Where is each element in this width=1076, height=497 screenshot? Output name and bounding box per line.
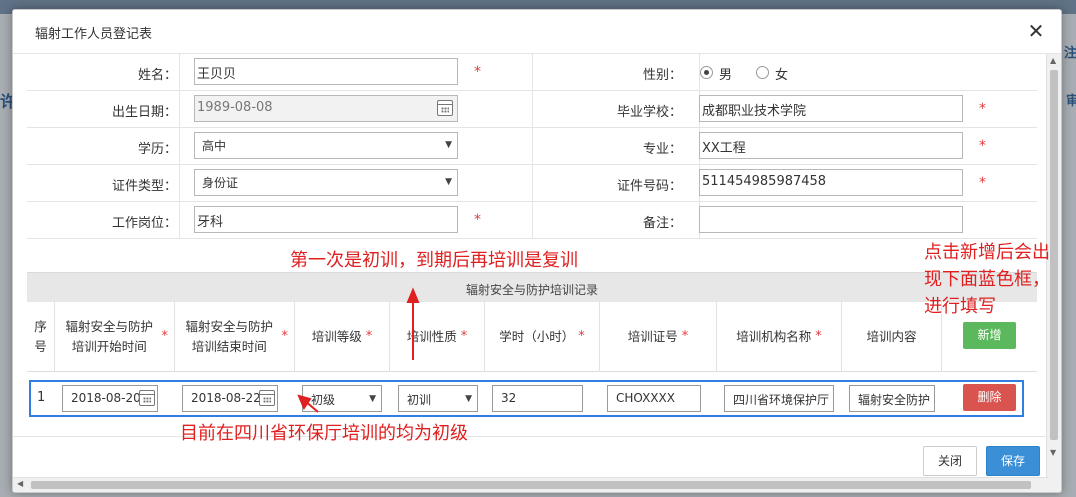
major-field[interactable]: XX工程 [699, 132, 963, 159]
cert-no-field[interactable]: CHOXXXX [607, 385, 701, 412]
background-text-right: 注 [1064, 46, 1076, 61]
required-mark: * [979, 175, 986, 191]
school-field[interactable]: 成都职业技术学院 [699, 95, 963, 122]
row-seq: 1 [37, 390, 46, 405]
required-mark: * [979, 101, 986, 117]
form-row-id: 证件类型： 身份证 ▼ 证件号码： 511454985987458 * [27, 165, 1037, 202]
id-number-field[interactable]: 511454985987458 [699, 169, 963, 196]
calendar-icon[interactable] [259, 390, 275, 406]
annotation-right-note-1: 点击新增后会出 [924, 242, 1050, 263]
training-table-row: 1 2018-08-20 2018-08-22 初级 ▼ 初训 ▼ 32 CHO… [27, 372, 1037, 422]
delete-training-button[interactable]: 删除 [963, 384, 1016, 411]
training-section-title: 辐射安全与防护培训记录 [465, 283, 598, 297]
org-name-field[interactable]: 四川省环境保护厅 [724, 385, 834, 412]
gender-female-label: 女 [775, 68, 789, 83]
required-mark: * [979, 138, 986, 154]
chevron-down-icon: ▼ [445, 177, 452, 187]
dialog-header: 辐射工作人员登记表 ✕ [13, 10, 1061, 54]
position-field[interactable]: 牙科 [194, 206, 458, 233]
annotation-right-note-2: 现下面蓝色框， [924, 269, 1050, 290]
education-label: 学历： [137, 142, 177, 157]
id-type-select[interactable]: 身份证 ▼ [194, 169, 458, 196]
nature-select[interactable]: 初训 ▼ [398, 385, 478, 412]
th-cert-no: 培训证号 * [600, 302, 717, 372]
end-date-value: 2018-08-22 [191, 391, 261, 405]
training-section-header: 辐射安全与防护培训记录 [27, 272, 1037, 302]
th-level: 培训等级 * [295, 302, 390, 372]
form-row-name: 姓名： 王贝贝 * 性别： 男 女 [27, 54, 1037, 91]
education-select[interactable]: 高中 ▼ [194, 132, 458, 159]
horizontal-scrollbar[interactable]: ◀ [13, 477, 1048, 492]
nature-value: 初训 [407, 393, 432, 407]
chevron-down-icon: ▼ [445, 140, 452, 150]
dialog-title: 辐射工作人员登记表 [35, 27, 153, 42]
annotation-top-note: 第一次是初训，到期后再培训是复训 [290, 250, 578, 271]
th-seq: 序号 [27, 302, 55, 372]
hours-field[interactable]: 32 [492, 385, 583, 412]
dialog-footer: 关闭 保存 [13, 436, 1048, 480]
th-nature: 培训性质 * [390, 302, 485, 372]
education-value: 高中 [202, 139, 227, 153]
background-text-right-2: 审 [1066, 94, 1076, 109]
major-label: 专业： [642, 142, 682, 157]
name-label: 姓名： [137, 68, 177, 83]
birth-date-value: 1989-08-08 [197, 100, 273, 115]
th-hours: 学时（小时） * [485, 302, 600, 372]
th-start-time: 辐射安全与防护培训开始时间 * [55, 302, 175, 372]
close-button[interactable]: 关闭 [923, 446, 977, 476]
birth-date-field[interactable]: 1989-08-08 [194, 95, 458, 122]
required-mark: * [474, 212, 481, 228]
th-org-name: 培训机构名称 * [717, 302, 842, 372]
gender-label: 性别： [642, 68, 682, 83]
start-date-value: 2018-08-20 [71, 391, 141, 405]
end-date-field[interactable]: 2018-08-22 [182, 385, 278, 412]
horizontal-scroll-thumb[interactable] [31, 481, 1031, 489]
calendar-icon[interactable] [437, 100, 453, 116]
add-training-button[interactable]: 新增 [963, 322, 1016, 349]
annotation-bottom-note: 目前在四川省环保厅培训的均为初级 [180, 423, 468, 444]
required-mark: * [474, 64, 481, 80]
training-table-header: 序号 辐射安全与防护培训开始时间 * 辐射安全与防护培训结束时间 * 培训等级 * 培… [27, 302, 1037, 372]
id-type-value: 身份证 [202, 176, 239, 190]
id-number-label: 证件号码： [616, 179, 682, 194]
annotation-right-note-3: 进行填写 [924, 296, 996, 317]
id-type-label: 证件类型： [111, 179, 177, 194]
scroll-down-icon[interactable]: ▼ [1050, 448, 1056, 457]
name-field[interactable]: 王贝贝 [194, 58, 458, 85]
gender-female-radio[interactable] [756, 66, 769, 79]
position-label: 工作岗位： [111, 216, 177, 231]
birth-date-label: 出生日期： [111, 105, 177, 120]
start-date-field[interactable]: 2018-08-20 [62, 385, 158, 412]
calendar-icon[interactable] [139, 390, 155, 406]
scroll-left-icon[interactable]: ◀ [17, 479, 23, 488]
scroll-up-icon[interactable]: ▲ [1050, 56, 1056, 65]
content-field[interactable]: 辐射安全防护 [849, 385, 935, 412]
form-row-education: 学历： 高中 ▼ 专业： XX工程 * [27, 128, 1037, 165]
chevron-down-icon: ▼ [465, 394, 472, 404]
form-row-birth: 出生日期： 1989-08-08 毕业学校： 成都职业技术学院 * [27, 91, 1037, 128]
chevron-down-icon: ▼ [369, 394, 376, 404]
gender-male-radio[interactable] [700, 66, 713, 79]
school-label: 毕业学校： [616, 105, 682, 120]
close-icon[interactable]: ✕ [1025, 20, 1047, 42]
gender-male-label: 男 [719, 68, 733, 83]
th-end-time: 辐射安全与防护培训结束时间 * [175, 302, 295, 372]
level-select[interactable]: 初级 ▼ [302, 385, 382, 412]
level-value: 初级 [311, 393, 336, 407]
remark-field[interactable] [699, 206, 963, 233]
form-row-position: 工作岗位： 牙科 * 备注： [27, 202, 1037, 239]
vertical-scroll-thumb[interactable] [1050, 70, 1058, 440]
save-button[interactable]: 保存 [986, 446, 1040, 476]
remark-label: 备注： [642, 216, 682, 231]
